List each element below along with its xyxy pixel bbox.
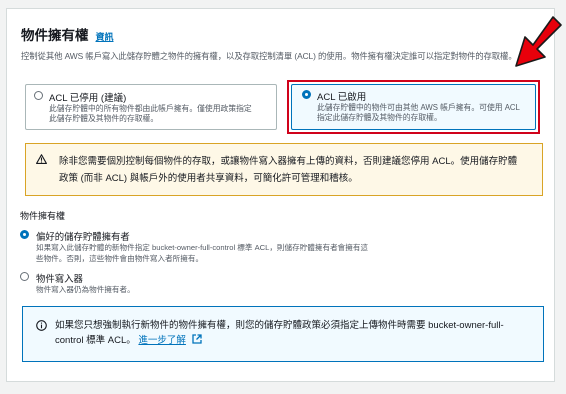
acl-enabled-desc-line1: 此儲存貯體中的物件可由其他 AWS 帳戶擁有。可使用 ACL <box>317 103 520 112</box>
object-writer-desc: 物件寫入器仍為物件擁有者。 <box>36 285 135 294</box>
warning-icon <box>36 154 47 164</box>
info-link[interactable]: 資訊 <box>96 30 114 43</box>
acl-enabled-tile[interactable]: ACL 已啟用 此儲存貯體中的物件可由其他 AWS 帳戶擁有。可使用 ACL 指… <box>291 84 536 130</box>
acl-enabled-highlight: ACL 已啟用 此儲存貯體中的物件可由其他 AWS 帳戶擁有。可使用 ACL 指… <box>287 80 540 134</box>
acl-enabled-desc-line2: 指定此儲存貯體及其物件的存取權。 <box>317 113 442 122</box>
info-line2-text: control 標準 ACL。 <box>55 335 136 346</box>
bucket-owner-preferred-desc-line1: 如果寫入此儲存貯體的新物件指定 bucket-owner-full-contro… <box>36 243 369 252</box>
acl-disabled-title: ACL 已停用 (建議) <box>49 93 127 104</box>
info-line2: control 標準 ACL。 進一步了解 <box>55 333 504 348</box>
panel-header: 物件擁有權 資訊 <box>21 24 114 44</box>
learn-more-link[interactable]: 進一步了解 <box>138 335 186 346</box>
acl-disabled-radio[interactable] <box>34 91 43 100</box>
warning-line1: 除非您需要個別控制每個物件的存取，或讓物件寫入器擁有上傳的資料，否則建議您停用 … <box>59 156 518 167</box>
bucket-owner-preferred-desc-line2: 些物件。否則，這些物件會由物件寫入者所擁有。 <box>36 254 204 263</box>
panel-description: 控制從其他 AWS 帳戶寫入此儲存貯體之物件的擁有權，以及存取控制清單 (ACL… <box>21 51 517 61</box>
bucket-owner-preferred-title[interactable]: 偏好的儲存貯體擁有者 <box>36 229 130 243</box>
info-text: 如果您只想強制執行新物件的物件擁有權，則您的儲存貯體政策必須指定上傳物件時需要 … <box>55 318 504 348</box>
acl-disabled-desc-line2: 此儲存貯體及其物件的存取權。 <box>49 114 159 123</box>
info-icon <box>36 320 47 331</box>
warning-alert: 除非您需要個別控制每個物件的存取，或讓物件寫入器擁有上傳的資料，否則建議您停用 … <box>25 143 543 196</box>
ownership-label: 物件擁有權 <box>20 211 66 221</box>
acl-enabled-radio[interactable] <box>302 90 311 99</box>
warning-line2: 政策 (而非 ACL) 與帳戶外的使用者共享資料，可簡化許可管理和稽核。 <box>59 173 358 184</box>
page-title: 物件擁有權 <box>21 28 89 43</box>
warning-text: 除非您需要個別控制每個物件的存取，或讓物件寫入器擁有上傳的資料，否則建議您停用 … <box>59 153 517 187</box>
object-writer-radio[interactable] <box>20 272 29 281</box>
external-link-icon[interactable] <box>191 334 202 344</box>
acl-disabled-tile[interactable]: ACL 已停用 (建議) 此儲存貯體中的所有物件都由此帳戶擁有。僅使用政策指定 … <box>25 84 277 130</box>
acl-disabled-desc-line1: 此儲存貯體中的所有物件都由此帳戶擁有。僅使用政策指定 <box>49 104 252 113</box>
info-alert: 如果您只想強制執行新物件的物件擁有權，則您的儲存貯體政策必須指定上傳物件時需要 … <box>22 306 544 362</box>
object-writer-title[interactable]: 物件寫入器 <box>36 271 83 285</box>
info-line1: 如果您只想強制執行新物件的物件擁有權，則您的儲存貯體政策必須指定上傳物件時需要 … <box>55 320 504 331</box>
bucket-owner-preferred-radio[interactable] <box>20 230 29 239</box>
acl-enabled-title: ACL 已啟用 <box>317 92 367 103</box>
red-arrow-annotation-icon <box>515 16 562 67</box>
